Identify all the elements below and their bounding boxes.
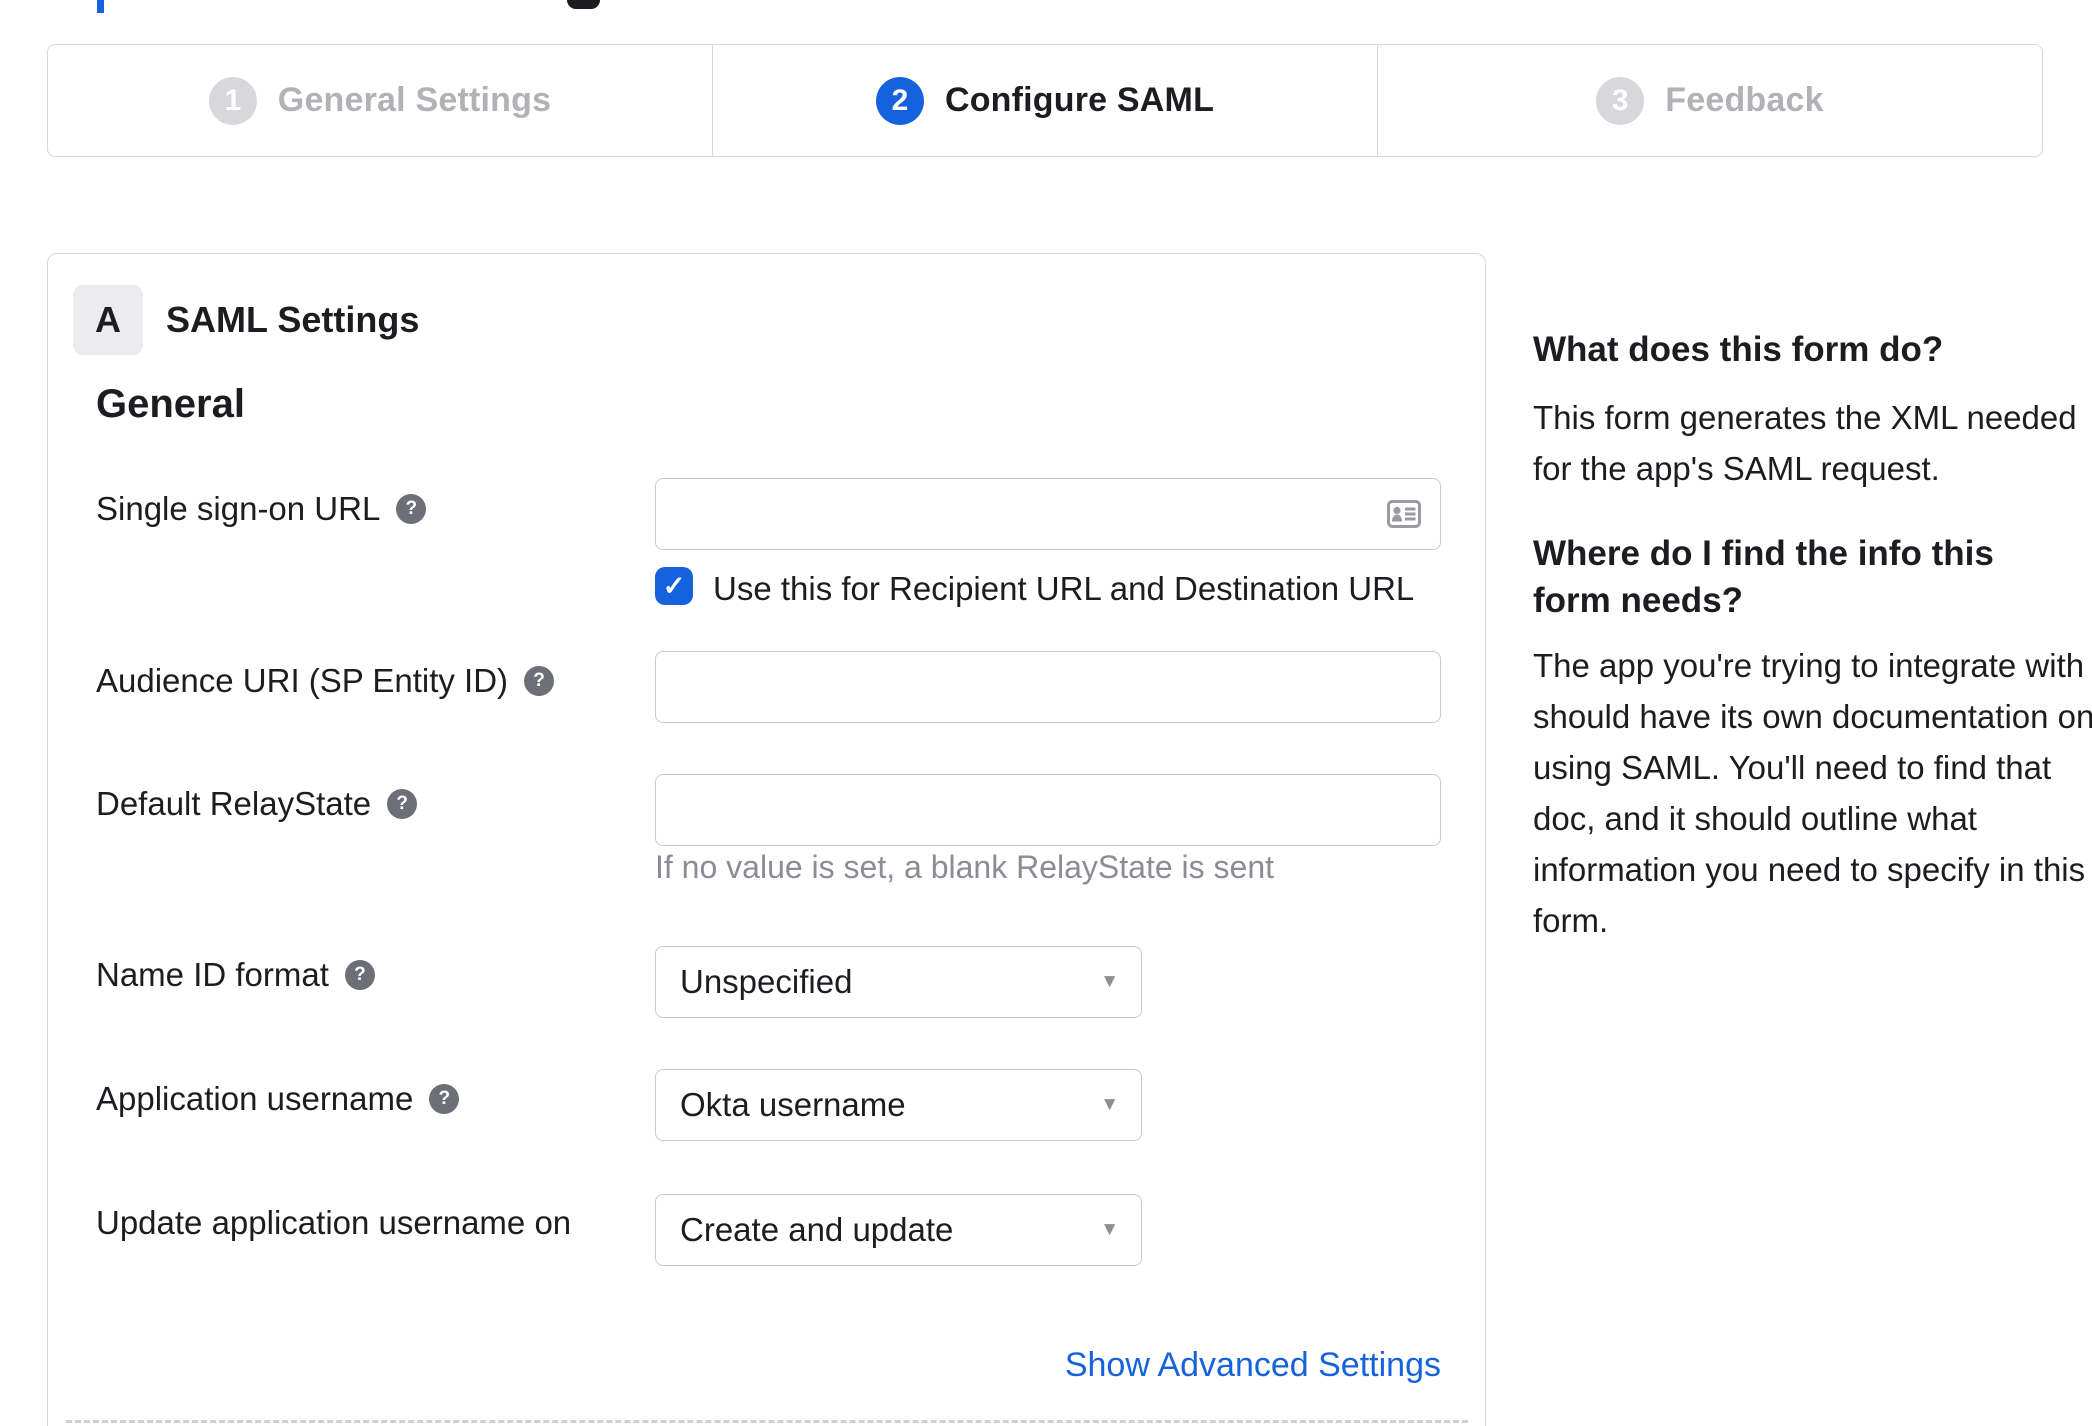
step-2-configure-saml[interactable]: 2 Configure SAML (712, 45, 1377, 156)
recipient-url-checkbox[interactable]: ✓ (655, 567, 693, 605)
sidebar-heading-what: What does this form do? (1533, 330, 1944, 369)
relay-state-label-row: Default RelayState ? (96, 785, 418, 823)
chevron-down-icon: ▼ (1100, 971, 1119, 992)
sidebar-paragraph-where: The app you're trying to integrate with … (1533, 647, 2092, 939)
app-username-select[interactable]: Okta username ▼ (655, 1069, 1142, 1141)
audience-uri-label: Audience URI (SP Entity ID) (96, 662, 509, 699)
saml-settings-panel: A SAML Settings General Single sign-on U… (47, 253, 1486, 1426)
contact-card-icon[interactable] (1387, 500, 1421, 528)
sso-url-help-icon[interactable]: ? (396, 494, 427, 524)
chevron-down-icon: ▼ (1100, 1219, 1119, 1240)
wizard-stepper: 1 General Settings 2 Configure SAML 3 Fe… (47, 44, 2043, 157)
section-a-badge: A (73, 285, 143, 355)
sso-url-input[interactable] (655, 478, 1441, 550)
name-id-format-label: Name ID format (96, 956, 329, 993)
app-username-value: Okta username (680, 1086, 906, 1123)
name-id-format-value: Unspecified (680, 963, 853, 1000)
section-divider-dashed (66, 1420, 1468, 1423)
cropped-header-artifact-dark (567, 0, 600, 9)
relay-state-input[interactable] (655, 774, 1441, 846)
update-username-value: Create and update (680, 1211, 954, 1248)
relay-state-hint: If no value is set, a blank RelayState i… (655, 849, 1274, 885)
general-section-heading: General (96, 382, 245, 426)
name-id-format-help-icon[interactable]: ? (344, 960, 375, 990)
name-id-format-label-row: Name ID format ? (96, 956, 375, 994)
app-username-label: Application username (96, 1080, 414, 1117)
step-2-number-badge: 2 (875, 76, 924, 125)
audience-uri-help-icon[interactable]: ? (524, 666, 555, 696)
cropped-header-artifact-blue (97, 0, 104, 13)
step-1-general-settings[interactable]: 1 General Settings (48, 45, 712, 156)
relay-state-label: Default RelayState (96, 785, 372, 822)
sidebar-paragraph-what: This form generates the XML needed for t… (1533, 399, 2077, 487)
step-1-label: General Settings (277, 81, 552, 119)
update-username-select[interactable]: Create and update ▼ (655, 1194, 1142, 1266)
name-id-format-select[interactable]: Unspecified ▼ (655, 946, 1142, 1018)
relay-state-help-icon[interactable]: ? (387, 789, 418, 819)
show-advanced-settings-link[interactable]: Show Advanced Settings (655, 1346, 1441, 1385)
audience-uri-label-row: Audience URI (SP Entity ID) ? (96, 662, 555, 700)
update-username-label-row: Update application username on (96, 1204, 571, 1242)
step-3-label: Feedback (1665, 81, 1824, 119)
chevron-down-icon: ▼ (1100, 1094, 1119, 1115)
app-username-help-icon[interactable]: ? (429, 1084, 460, 1114)
step-1-number-badge: 1 (208, 76, 257, 125)
step-3-number-badge: 3 (1596, 76, 1645, 125)
sso-url-label-row: Single sign-on URL ? (96, 490, 427, 528)
update-username-label: Update application username on (96, 1204, 572, 1241)
step-2-label: Configure SAML (944, 81, 1215, 119)
configure-saml-page: 1 General Settings 2 Configure SAML 3 Fe… (0, 0, 2092, 1426)
recipient-url-checkbox-label: Use this for Recipient URL and Destinati… (713, 570, 1415, 607)
app-username-label-row: Application username ? (96, 1080, 460, 1118)
sso-url-label: Single sign-on URL (96, 490, 381, 527)
audience-uri-input[interactable] (655, 651, 1441, 723)
panel-title: SAML Settings (166, 299, 420, 340)
sidebar-heading-where: Where do I find the info this form needs… (1533, 534, 1994, 620)
checkmark-icon: ✓ (662, 570, 686, 601)
step-3-feedback[interactable]: 3 Feedback (1377, 45, 2042, 156)
